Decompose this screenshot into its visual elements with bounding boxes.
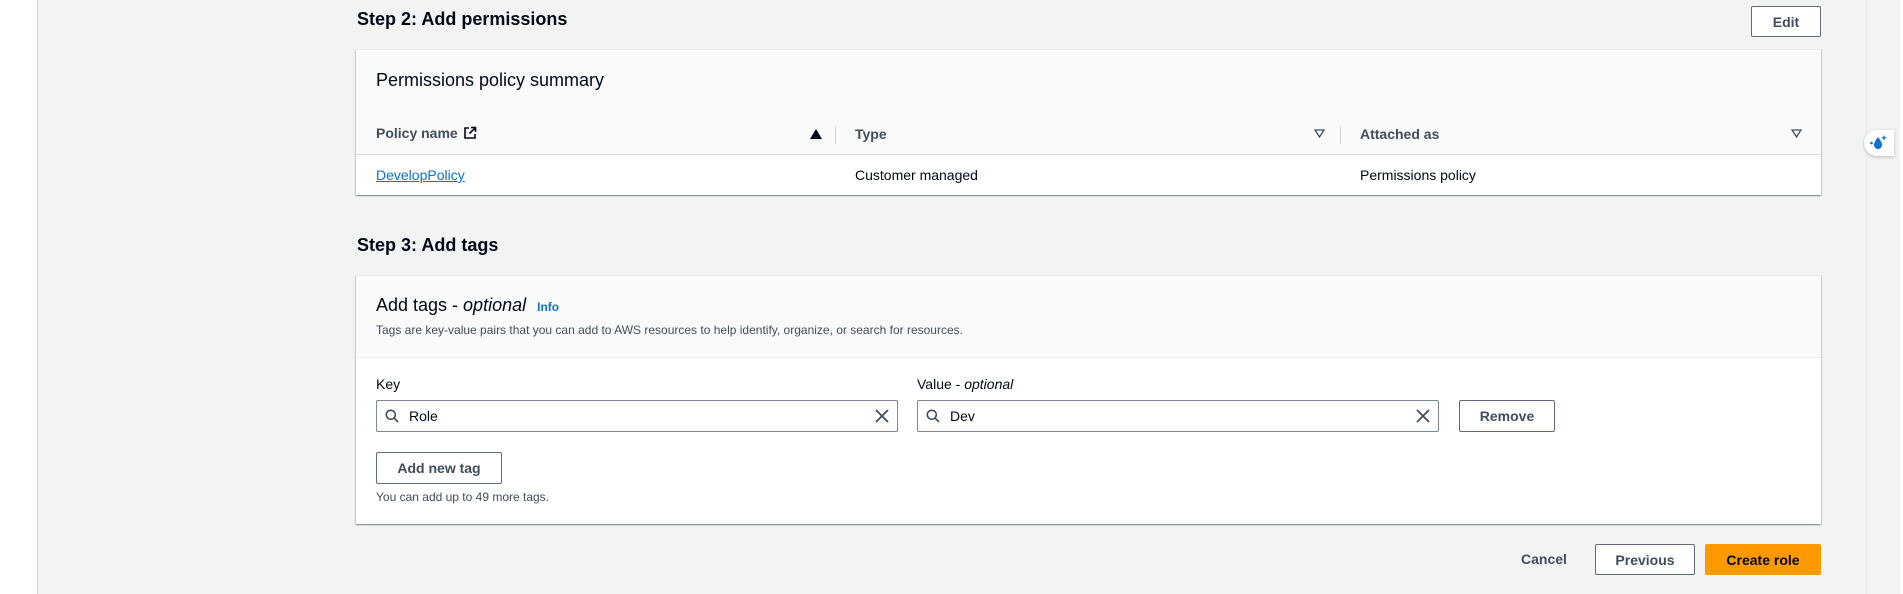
column-header-attached-as[interactable]: Attached as (1360, 126, 1439, 142)
policy-type-cell: Customer managed (855, 167, 978, 183)
value-label: Value - optional (917, 376, 1013, 392)
add-tags-container: Add tags - optional Info Tags are key-va… (356, 275, 1821, 524)
step3-title: Step 3: Add tags (357, 235, 499, 255)
column-header-label: Policy name (376, 125, 458, 141)
policy-name-link[interactable]: DevelopPolicy (376, 167, 465, 183)
add-tags-title-text: Add tags - (376, 295, 464, 315)
search-icon (385, 409, 399, 423)
tags-limit-text: You can add up to 49 more tags. (376, 490, 550, 504)
permissions-summary-container: Permissions policy summary Policy name T… (356, 49, 1821, 195)
key-label: Key (376, 376, 401, 392)
step2-title: Step 2: Add permissions (357, 9, 568, 29)
value-input-value: Dev (950, 408, 975, 424)
permissions-summary-title: Permissions policy summary (376, 70, 605, 90)
optional-label: optional (463, 295, 527, 315)
add-new-tag-button[interactable]: Add new tag (376, 452, 502, 484)
feedback-widget-icon[interactable] (1864, 130, 1894, 156)
permissions-summary-header: Permissions policy summary (356, 50, 1821, 115)
column-header-type[interactable]: Type (855, 126, 887, 142)
column-header-policy-name[interactable]: Policy name (376, 125, 477, 141)
tags-description: Tags are key-value pairs that you can ad… (376, 323, 963, 337)
add-tags-title: Add tags - optional Info (376, 295, 559, 316)
sort-ascending-icon[interactable] (810, 129, 822, 139)
add-tags-header: Add tags - optional Info Tags are key-va… (356, 276, 1821, 358)
value-label-text: Value - (917, 376, 965, 392)
clear-value-icon[interactable] (1416, 409, 1430, 423)
value-input[interactable]: Dev (917, 400, 1439, 432)
remove-tag-button[interactable]: Remove (1459, 400, 1555, 432)
clear-key-icon[interactable] (875, 409, 889, 423)
info-link[interactable]: Info (537, 300, 559, 314)
sort-icon[interactable] (1314, 129, 1325, 138)
cancel-button[interactable]: Cancel (1521, 551, 1567, 567)
create-role-button[interactable]: Create role (1705, 544, 1821, 575)
right-divider (1866, 0, 1867, 594)
key-input-value: Role (409, 408, 438, 424)
column-divider[interactable] (835, 126, 836, 144)
edit-button[interactable]: Edit (1751, 6, 1821, 37)
search-icon (926, 409, 940, 423)
table-header-row (356, 114, 1821, 155)
column-divider[interactable] (1340, 126, 1341, 144)
key-input[interactable]: Role (376, 400, 898, 432)
sort-icon[interactable] (1791, 129, 1802, 138)
external-link-icon (463, 126, 477, 140)
attached-as-cell: Permissions policy (1360, 167, 1476, 183)
value-optional-label: optional (964, 376, 1014, 392)
previous-button[interactable]: Previous (1595, 544, 1695, 575)
